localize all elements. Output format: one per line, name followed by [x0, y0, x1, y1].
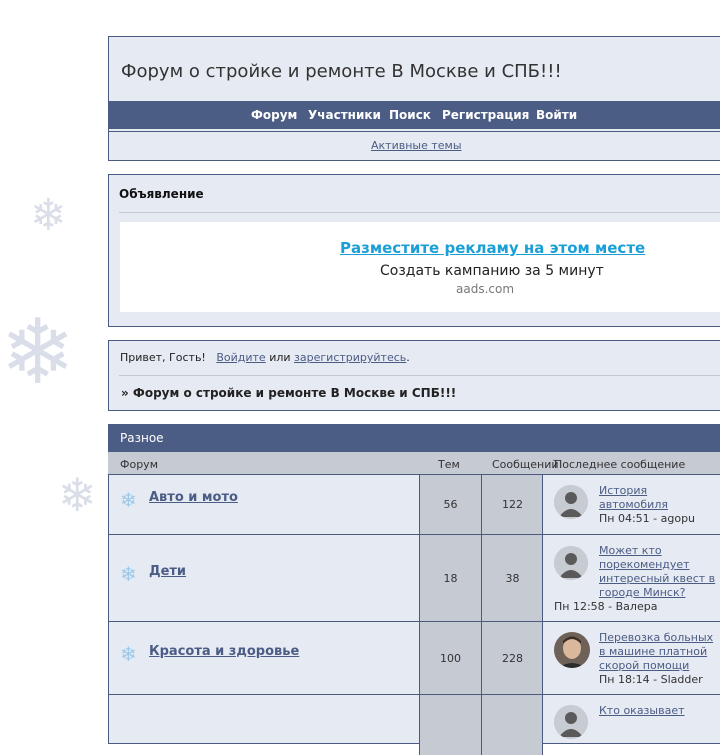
last-post-cell: Перевозка больных в машине платной скоро…: [542, 622, 720, 694]
nav-login[interactable]: Войти: [536, 108, 577, 122]
greeting-line: Привет, Гость! Войдите или зарегистрируй…: [120, 351, 410, 364]
forum-title-link[interactable]: Дети: [149, 564, 186, 579]
column-posts: Сообщений: [492, 458, 559, 471]
user-avatar-icon[interactable]: [554, 485, 588, 519]
forum-title-link[interactable]: Красота и здоровье: [149, 644, 299, 659]
last-post-cell: Кто оказывает: [542, 695, 720, 755]
posts-cell: [481, 695, 543, 755]
divider: [119, 375, 720, 376]
column-headers: Форум Тем Сообщений Последнее сообщение: [108, 452, 720, 475]
last-post-link[interactable]: История автомобиля: [599, 484, 719, 512]
main-navbar: Форум Участники Поиск Регистрация Войти: [108, 101, 720, 129]
topics-count: 56: [443, 498, 458, 511]
last-post-cell: История автомобиля Пн 04:51 - agopu: [542, 475, 720, 534]
site-title: Форум о стройке и ремонте В Москве и СПБ…: [121, 61, 562, 82]
snowflake-icon: ❄: [120, 562, 137, 586]
posts-cell: 228: [481, 622, 543, 694]
posts-count: 38: [505, 572, 520, 585]
forum-title-link[interactable]: Авто и мото: [149, 490, 238, 505]
user-avatar-icon[interactable]: [554, 546, 588, 580]
greeting-or: или: [269, 351, 291, 364]
last-post-link[interactable]: Может кто порекомендует интересный квест…: [599, 544, 719, 600]
column-topics: Тем: [438, 458, 460, 471]
forum-row: ❄ Дети 18 38 Может кто порекомендует инт…: [108, 535, 720, 622]
site-header: Форум о стройке и ремонте В Москве и СПБ…: [108, 36, 720, 132]
background-snowflake-icon: ❄: [0, 300, 76, 405]
last-post-meta: Пн 12:58 - Валера: [554, 600, 658, 613]
forum-row: ❄ Красота и здоровье 100 228 Перевозка б…: [108, 622, 720, 695]
forum-row: ❄ Авто и мото 56 122 История автомобиля …: [108, 475, 720, 535]
topics-cell: 56: [419, 475, 481, 534]
snowflake-icon: ❄: [120, 642, 137, 666]
topics-count: 18: [443, 572, 458, 585]
greeting-panel: Привет, Гость! Войдите или зарегистрируй…: [108, 340, 720, 411]
column-forum: Форум: [120, 458, 158, 471]
nav-forum[interactable]: Форум: [251, 108, 297, 122]
active-topics-bar: Активные темы: [108, 131, 720, 161]
divider: [119, 212, 720, 213]
active-topics-link[interactable]: Активные темы: [371, 139, 462, 152]
posts-count: 228: [502, 652, 523, 665]
topics-cell: 18: [419, 535, 481, 621]
topics-cell: [419, 695, 481, 755]
background-snowflake-icon: ❄: [30, 190, 67, 241]
breadcrumb[interactable]: » Форум о стройке и ремонте В Москве и С…: [121, 386, 456, 400]
announcement-title: Объявление: [119, 187, 204, 201]
posts-cell: 38: [481, 535, 543, 621]
category-header: Разное: [108, 424, 720, 452]
last-post-meta: Пн 04:51 - agopu: [599, 512, 696, 525]
ad-banner[interactable]: Разместите рекламу на этом месте Создать…: [120, 222, 720, 312]
greeting-dot: .: [406, 351, 410, 364]
greeting-text: Привет, Гость!: [120, 351, 206, 364]
topics-count: 100: [440, 652, 461, 665]
last-post-cell: Может кто порекомендует интересный квест…: [542, 535, 720, 621]
nav-register[interactable]: Регистрация: [442, 108, 529, 122]
user-avatar-icon[interactable]: [554, 632, 590, 668]
nav-search[interactable]: Поиск: [389, 108, 431, 122]
ad-link[interactable]: Разместите рекламу на этом месте: [340, 239, 645, 257]
posts-count: 122: [502, 498, 523, 511]
ad-subtitle: Создать кампанию за 5 минут: [380, 263, 604, 279]
snowflake-icon: ❄: [120, 488, 137, 512]
topics-cell: 100: [419, 622, 481, 694]
nav-members[interactable]: Участники: [308, 108, 381, 122]
column-last-post: Последнее сообщение: [554, 458, 686, 471]
user-avatar-icon[interactable]: [554, 705, 588, 739]
register-link[interactable]: зарегистрируйтесь: [294, 351, 406, 364]
last-post-link[interactable]: Кто оказывает: [599, 704, 719, 718]
category-title[interactable]: Разное: [120, 431, 164, 445]
forum-category: Разное Форум Тем Сообщений Последнее соо…: [108, 424, 720, 755]
forum-row: Кто оказывает: [108, 695, 720, 755]
ad-domain: aads.com: [456, 282, 515, 296]
last-post-link[interactable]: Перевозка больных в машине платной скоро…: [599, 631, 719, 673]
announcement-panel: Объявление Разместите рекламу на этом ме…: [108, 174, 720, 327]
last-post-meta: Пн 18:14 - Sladder: [599, 673, 703, 686]
login-link[interactable]: Войдите: [216, 351, 265, 364]
background-snowflake-icon: ❄: [58, 468, 97, 522]
posts-cell: 122: [481, 475, 543, 534]
